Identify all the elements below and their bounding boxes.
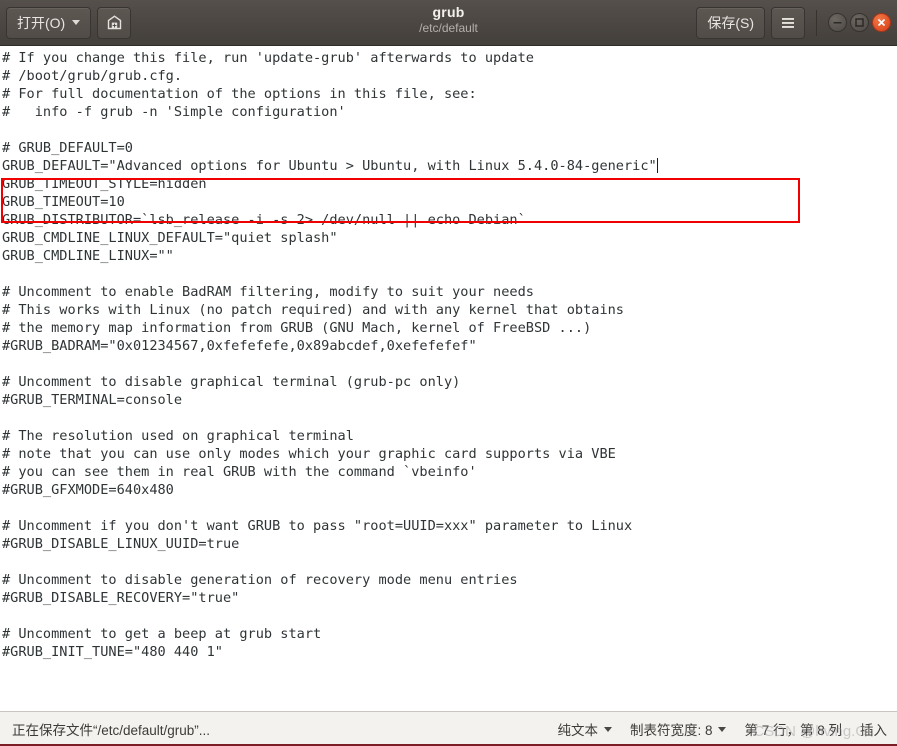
- editor-line: # note that you can use only modes which…: [2, 446, 616, 462]
- editor-line: GRUB_DISTRIBUTOR=`lsb_release -i -s 2> /…: [2, 212, 526, 228]
- chevron-down-icon: [603, 726, 612, 732]
- status-message: 正在保存文件“/etc/default/grub”...: [12, 723, 211, 738]
- minimize-button[interactable]: [828, 13, 847, 32]
- titlebar-right-controls: 保存(S): [696, 6, 891, 39]
- open-file-label: 打开(O): [17, 14, 66, 31]
- language-selector[interactable]: 纯文本: [557, 719, 612, 739]
- editor-line: # the memory map information from GRUB (…: [2, 320, 592, 336]
- editor-line: GRUB_TIMEOUT_STYLE=hidden: [2, 176, 207, 192]
- editor-line: #GRUB_INIT_TUNE="480 440 1": [2, 644, 223, 660]
- save-as-button[interactable]: [97, 6, 132, 39]
- editor-line: # GRUB_DEFAULT=0: [2, 140, 133, 156]
- editor-line: # The resolution used on graphical termi…: [2, 428, 354, 444]
- editor-line: GRUB_CMDLINE_LINUX_DEFAULT="quiet splash…: [2, 230, 338, 246]
- editor-line: # Uncomment to get a beep at grub start: [2, 626, 322, 642]
- editor-line: # Uncomment to disable graphical termina…: [2, 374, 461, 390]
- cursor-position: 第 7 行，第 8 列: [744, 719, 842, 739]
- window-titlebar: 打开(O) grub /etc/default 保存(S): [0, 0, 897, 46]
- gedit-window: 打开(O) grub /etc/default 保存(S) # If you c…: [0, 0, 897, 746]
- titlebar-left-controls: 打开(O): [6, 6, 132, 39]
- tab-width-label: 制表符宽度: 8: [629, 723, 713, 738]
- language-label: 纯文本: [557, 723, 598, 738]
- open-file-button[interactable]: 打开(O): [6, 6, 92, 39]
- close-icon: [878, 19, 885, 26]
- editor-line: # If you change this file, run 'update-g…: [2, 50, 534, 66]
- cursor-position-label: 第 7 行，第 8 列: [744, 723, 842, 738]
- text-cursor: [656, 158, 658, 173]
- tab-width-selector[interactable]: 制表符宽度: 8: [630, 719, 727, 739]
- editor-line: GRUB_TIMEOUT=10: [2, 194, 125, 210]
- editor-line: #GRUB_TERMINAL=console: [2, 392, 183, 408]
- status-bar-controls: 纯文本 制表符宽度: 8 第 7 行，第 8 列 插入: [557, 719, 897, 739]
- insert-mode-indicator[interactable]: 插入: [860, 719, 887, 739]
- editor-line: #GRUB_GFXMODE=640x480: [2, 482, 174, 498]
- titlebar-divider: [816, 9, 817, 36]
- editor-line: # Uncomment if you don't want GRUB to pa…: [2, 518, 633, 534]
- window-controls: [828, 13, 891, 32]
- maximize-button[interactable]: [850, 13, 869, 32]
- editor-line: GRUB_DEFAULT="Advanced options for Ubunt…: [2, 158, 658, 174]
- save-button[interactable]: 保存(S): [696, 6, 765, 39]
- save-button-label: 保存(S): [707, 14, 754, 31]
- chevron-down-icon: [718, 726, 727, 732]
- editor-content[interactable]: # If you change this file, run 'update-g…: [0, 46, 897, 661]
- editor-line: # Uncomment to disable generation of rec…: [2, 572, 518, 588]
- editor-line: # Uncomment to enable BadRAM filtering, …: [2, 284, 534, 300]
- editor-line: # /boot/grub/grub.cfg.: [2, 68, 183, 84]
- editor-line: # This works with Linux (no patch requir…: [2, 302, 624, 318]
- editor-line: # you can see them in real GRUB with the…: [2, 464, 477, 480]
- minimize-icon: [833, 22, 842, 24]
- editor-line: GRUB_CMDLINE_LINUX="": [2, 248, 174, 264]
- save-as-icon: [107, 15, 121, 30]
- editor-line: # info -f grub -n 'Simple configuration': [2, 104, 346, 120]
- editor-line: #GRUB_DISABLE_RECOVERY="true": [2, 590, 240, 606]
- main-menu-button[interactable]: [771, 6, 805, 39]
- status-bar: 正在保存文件“/etc/default/grub”... 纯文本 制表符宽度: …: [0, 711, 897, 746]
- maximize-icon: [855, 18, 864, 27]
- editor-line: #GRUB_BADRAM="0x01234567,0xfefefefe,0x89…: [2, 338, 477, 354]
- editor-line: #GRUB_DISABLE_LINUX_UUID=true: [2, 536, 240, 552]
- text-editor-area[interactable]: # If you change this file, run 'update-g…: [0, 46, 897, 711]
- hamburger-menu-icon: [782, 17, 794, 28]
- close-button[interactable]: [872, 13, 891, 32]
- insert-mode-label: 插入: [860, 723, 887, 738]
- editor-line: # For full documentation of the options …: [2, 86, 477, 102]
- chevron-down-icon: [72, 20, 81, 25]
